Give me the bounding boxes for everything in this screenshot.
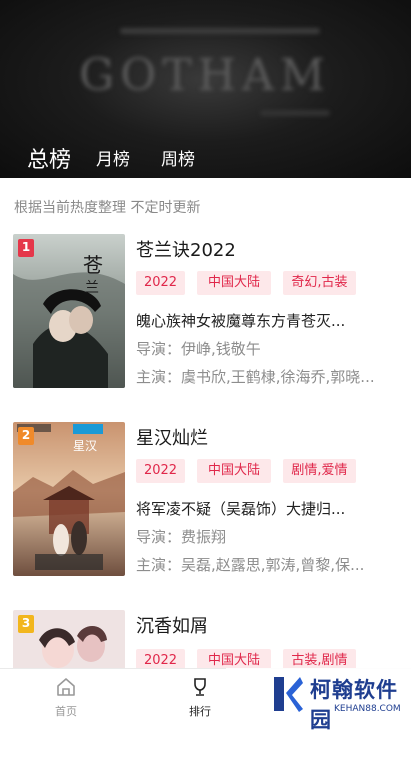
ranking-note: 根据当前热度整理 不定时更新 bbox=[14, 200, 201, 216]
rank-badge: 3 bbox=[18, 615, 34, 633]
item-description: 将军凌不疑（吴磊饰）大捷归... bbox=[136, 500, 346, 518]
tag-region: 中国大陆 bbox=[197, 271, 271, 295]
svg-text:苍: 苍 bbox=[83, 253, 103, 277]
rank-badge: 1 bbox=[18, 239, 34, 257]
item-cast: 主演：吴磊,赵露思,郭涛,曾黎,保... bbox=[136, 556, 365, 574]
nav-home-label: 首页 bbox=[55, 705, 77, 718]
tab-weekly[interactable]: 周榜 bbox=[161, 145, 195, 170]
banner-art-text: GOTHAM bbox=[79, 50, 331, 101]
header-banner: GOTHAM 总榜 月榜 周榜 bbox=[0, 0, 411, 178]
nav-rank[interactable]: 排行 bbox=[170, 669, 230, 721]
item-title[interactable]: 星汉灿烂 bbox=[136, 424, 208, 450]
watermark: 柯翰软件园 KEHAN88.COM bbox=[226, 668, 411, 732]
item-description: 魄心族神女被魔尊东方青苍灭... bbox=[136, 312, 346, 330]
tag-region: 中国大陆 bbox=[197, 459, 271, 483]
item-title[interactable]: 沉香如屑 bbox=[136, 612, 208, 638]
poster-image[interactable]: 3 bbox=[13, 610, 125, 670]
svg-text:星汉: 星汉 bbox=[73, 439, 97, 453]
tab-total[interactable]: 总榜 bbox=[27, 142, 71, 174]
tag-year: 2022 bbox=[136, 459, 185, 483]
nav-home[interactable]: 首页 bbox=[36, 669, 96, 721]
poster-image[interactable]: 苍 兰 1 bbox=[13, 234, 125, 388]
svg-text:兰: 兰 bbox=[85, 280, 99, 296]
poster-image[interactable]: 星汉 2 bbox=[13, 422, 125, 576]
item-director: 导演：伊峥,钱敬午 bbox=[136, 340, 261, 358]
item-cast: 主演：虞书欣,王鹤棣,徐海乔,郭晓... bbox=[136, 368, 375, 386]
list-item[interactable]: 星汉 2 星汉灿烂 2022 中国大陆 剧情,爱情 将军凌不疑（吴磊饰）大捷归.… bbox=[0, 422, 411, 582]
watermark-url: KEHAN88.COM bbox=[334, 704, 401, 714]
home-icon bbox=[56, 677, 76, 701]
item-director: 导演：费振翔 bbox=[136, 528, 227, 546]
tag-genre: 剧情,爱情 bbox=[283, 459, 356, 483]
ranking-tabs: 总榜 月榜 周榜 bbox=[0, 138, 411, 178]
rank-badge: 2 bbox=[18, 427, 34, 445]
tag-year: 2022 bbox=[136, 271, 185, 295]
item-title[interactable]: 苍兰诀2022 bbox=[136, 236, 236, 262]
tag-genre: 奇幻,古装 bbox=[283, 271, 356, 295]
trophy-icon bbox=[190, 677, 210, 701]
banner-blur-line bbox=[120, 28, 320, 34]
banner-blur-line bbox=[260, 110, 330, 116]
list-item[interactable]: 苍 兰 1 苍兰诀2022 2022 中国大陆 奇幻,古装 魄心族神女被魔尊东方… bbox=[0, 234, 411, 394]
tab-monthly[interactable]: 月榜 bbox=[96, 145, 130, 170]
watermark-logo-icon bbox=[272, 675, 304, 713]
nav-rank-label: 排行 bbox=[189, 705, 211, 718]
